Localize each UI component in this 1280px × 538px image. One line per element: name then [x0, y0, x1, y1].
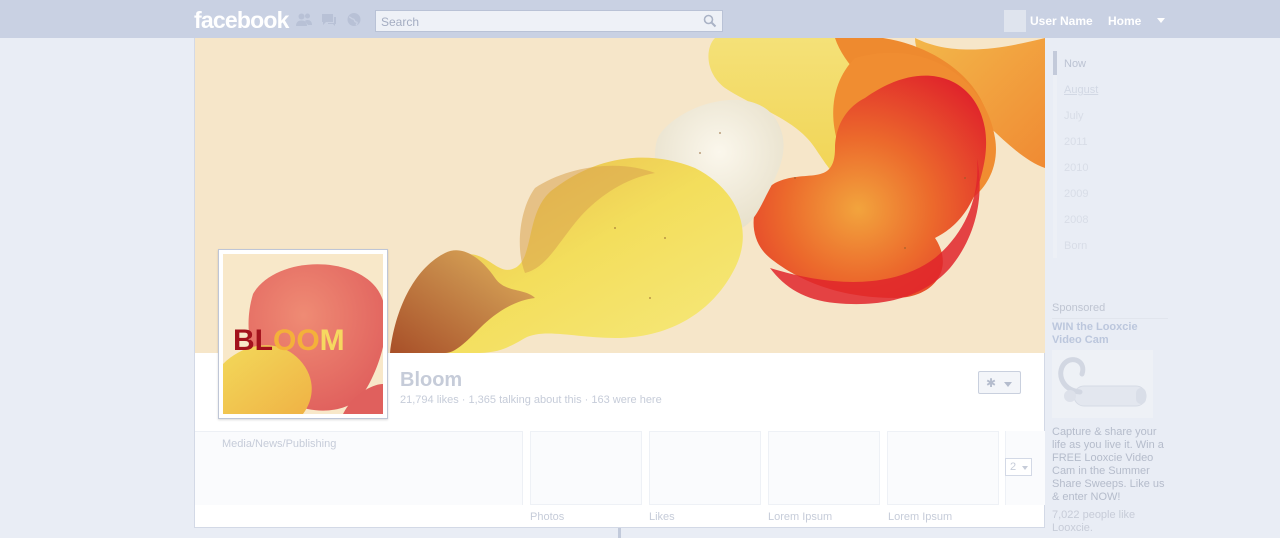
app-label-lorem-ipsum-1[interactable]: Lorem Ipsum [768, 511, 832, 523]
search-placeholder: Search [381, 15, 420, 29]
app-tile-photos[interactable] [530, 431, 642, 505]
timeline-item-born[interactable]: Born [1064, 240, 1087, 252]
bloom-logo-text: BLOOM [233, 324, 345, 357]
ad-body: Capture & share your life as you live it… [1052, 426, 1165, 503]
profile-picture[interactable]: BLOOM [218, 249, 388, 419]
notifications-icon[interactable] [346, 12, 362, 27]
timeline-item-now[interactable]: Now [1064, 58, 1086, 70]
bloom-logo-image: BLOOM [223, 254, 383, 414]
app-tile-lorem-ipsum-1[interactable] [768, 431, 880, 505]
user-name-link[interactable]: User Name [1030, 14, 1093, 28]
timeline-item-2010[interactable]: 2010 [1064, 162, 1088, 174]
home-link[interactable]: Home [1108, 14, 1141, 28]
app-label-likes[interactable]: Likes [649, 511, 675, 523]
page-category: Media/News/Publishing [222, 438, 337, 450]
ad-social-context[interactable]: 7,022 people like Looxcie. [1052, 509, 1172, 535]
timeline-item-august[interactable]: August [1064, 84, 1098, 96]
timeline-item-2009[interactable]: 2009 [1064, 188, 1088, 200]
timeline-item-2008[interactable]: 2008 [1064, 214, 1088, 226]
search-input[interactable]: Search [375, 10, 723, 32]
facebook-logo[interactable]: facebook [194, 7, 289, 34]
app-tile-lorem-ipsum-2[interactable] [887, 431, 999, 505]
chevron-down-icon [1004, 382, 1012, 387]
app-tile-likes[interactable] [649, 431, 761, 505]
looxcie-camera-image [1058, 357, 1147, 407]
user-avatar[interactable] [1004, 10, 1026, 32]
timeline-panel: BLOOM Bloom 21,794 likes · 1,365 talking… [194, 38, 1045, 528]
timeline-scrubber-active [1053, 51, 1057, 75]
account-menu-chevron-down-icon[interactable] [1157, 18, 1165, 23]
app-label-lorem-ipsum-2[interactable]: Lorem Ipsum [888, 511, 952, 523]
gear-icon: ✱ [986, 376, 997, 390]
messages-icon[interactable] [321, 12, 337, 27]
sponsored-divider [1052, 318, 1168, 319]
friend-requests-icon[interactable] [296, 12, 312, 27]
timeline-item-2011[interactable]: 2011 [1064, 136, 1088, 148]
page-title: Bloom [400, 369, 463, 391]
search-icon[interactable] [703, 14, 717, 28]
ad-title[interactable]: WIN the Looxcie Video Cam [1052, 321, 1168, 347]
page-stats: 21,794 likes · 1,365 talking about this … [400, 394, 662, 406]
timeline-scrubber-bar [1053, 51, 1057, 258]
top-navigation-bar: facebook Search User Name Home [0, 0, 1280, 38]
more-apps-count: 2 [1010, 461, 1017, 473]
timeline-spine [618, 528, 621, 538]
ad-image[interactable] [1052, 350, 1153, 418]
sponsored-label: Sponsored [1052, 302, 1106, 314]
app-label-photos[interactable]: Photos [530, 511, 564, 523]
more-apps-button[interactable]: 2 [1005, 458, 1032, 476]
chevron-down-icon [1022, 466, 1028, 470]
timeline-item-july[interactable]: July [1064, 110, 1084, 122]
page-settings-button[interactable]: ✱ [978, 371, 1021, 394]
about-box[interactable]: Media/News/Publishing [195, 431, 523, 505]
